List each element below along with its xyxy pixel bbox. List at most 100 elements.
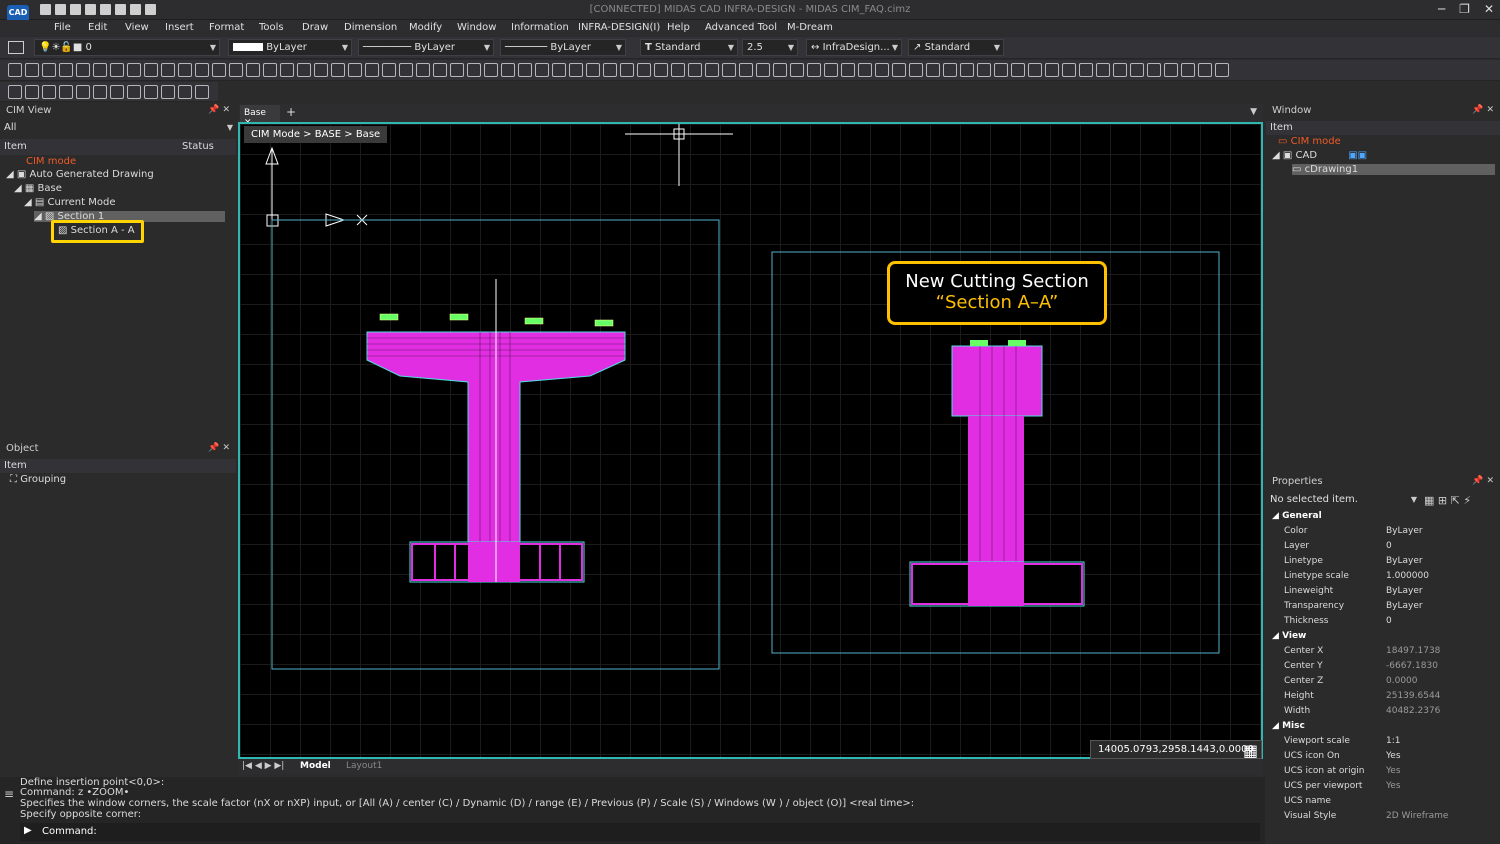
draw-tool-icon[interactable] (399, 63, 413, 77)
draw-tool-icon[interactable] (994, 63, 1008, 77)
prop-row[interactable]: UCS icon at origin Yes (1266, 766, 1500, 781)
text-height-combo[interactable]: 2.5 ▼ (742, 39, 798, 56)
draw-tool-icon[interactable] (280, 63, 294, 77)
draw-tool-icon[interactable] (195, 63, 209, 77)
multileader-style-combo[interactable]: ↗ Standard ▼ (908, 39, 1004, 56)
object-grouping[interactable]: ⛶ Grouping (10, 474, 66, 485)
draw-tool-icon[interactable] (722, 63, 736, 77)
draw-tool-icon[interactable] (1198, 63, 1212, 77)
prop-row[interactable]: Height 25139.6544 (1266, 691, 1500, 706)
tab-layout1[interactable]: Layout1 (346, 761, 382, 771)
draw-tool-icon[interactable] (1215, 63, 1229, 77)
menu-tools[interactable]: Tools (259, 22, 284, 33)
draw-tool-icon[interactable] (314, 63, 328, 77)
tree-base[interactable]: ◢ ▦ Base (14, 183, 62, 194)
snap-tool-icon[interactable] (110, 85, 124, 99)
menu-information[interactable]: Information (511, 22, 569, 33)
draw-tool-icon[interactable] (569, 63, 583, 77)
draw-tool-icon[interactable] (977, 63, 991, 77)
draw-tool-icon[interactable] (671, 63, 685, 77)
properties-tool-icons[interactable]: ▦ ⊞ ⇱ ⚡ (1424, 494, 1471, 507)
prop-row[interactable]: Viewport scale 1:1 (1266, 736, 1500, 751)
draw-tool-icon[interactable] (382, 63, 396, 77)
draw-tool-icon[interactable] (892, 63, 906, 77)
menu-draw[interactable]: Draw (302, 22, 328, 33)
prop-row[interactable]: Width 40482.2376 (1266, 706, 1500, 721)
grid-view-icon[interactable]: ▦ (1243, 741, 1258, 760)
draw-tool-icon[interactable] (8, 63, 22, 77)
draw-tool-icon[interactable] (365, 63, 379, 77)
draw-tool-icon[interactable] (1062, 63, 1076, 77)
tab-list-icon[interactable]: ▼ (1250, 107, 1257, 117)
tab-model[interactable]: Model (300, 761, 331, 771)
pin-close-icon[interactable]: 📌 ✕ (1472, 476, 1494, 486)
prop-category-misc[interactable]: ◢ Misc (1266, 721, 1500, 736)
snap-tool-icon[interactable] (8, 85, 22, 99)
draw-tool-icon[interactable] (1164, 63, 1178, 77)
minimize-icon[interactable]: ─ (1438, 2, 1445, 16)
draw-tool-icon[interactable] (1011, 63, 1025, 77)
draw-tool-icon[interactable] (331, 63, 345, 77)
draw-tool-icon[interactable] (42, 63, 56, 77)
draw-tool-icon[interactable] (739, 63, 753, 77)
prop-row[interactable]: UCS icon On Yes (1266, 751, 1500, 766)
draw-tool-icon[interactable] (484, 63, 498, 77)
draw-tool-icon[interactable] (858, 63, 872, 77)
dim-style-combo[interactable]: ↔ InfraDesign... ▼ (806, 39, 902, 56)
draw-tool-icon[interactable] (841, 63, 855, 77)
draw-tool-icon[interactable] (637, 63, 651, 77)
close-icon[interactable]: ✕ (1484, 2, 1494, 16)
draw-tool-icon[interactable] (1181, 63, 1195, 77)
draw-tool-icon[interactable] (1147, 63, 1161, 77)
layer-combo[interactable]: 💡☀🔓■ 0 ▼ (34, 39, 220, 56)
prop-row[interactable]: Center X 18497.1738 (1266, 646, 1500, 661)
draw-tool-icon[interactable] (348, 63, 362, 77)
draw-tool-icon[interactable] (620, 63, 634, 77)
snap-tool-icon[interactable] (144, 85, 158, 99)
draw-tool-icon[interactable] (246, 63, 260, 77)
draw-tool-icon[interactable] (161, 63, 175, 77)
snap-tool-icon[interactable] (161, 85, 175, 99)
snap-tool-icon[interactable] (42, 85, 56, 99)
tree-auto-generated[interactable]: ◢ ▣ Auto Generated Drawing (6, 169, 154, 180)
menu-view[interactable]: View (125, 22, 149, 33)
menu-dimension[interactable]: Dimension (344, 22, 397, 33)
draw-tool-icon[interactable] (960, 63, 974, 77)
draw-tool-icon[interactable] (450, 63, 464, 77)
draw-tool-icon[interactable] (1130, 63, 1144, 77)
prop-row[interactable]: UCS per viewport Yes (1266, 781, 1500, 796)
tab-base[interactable]: Base ✕ (240, 105, 280, 128)
draw-tool-icon[interactable] (433, 63, 447, 77)
draw-tool-icon[interactable] (807, 63, 821, 77)
layers-icon[interactable] (8, 41, 24, 54)
snap-tools[interactable] (8, 85, 209, 99)
win-tree-cad[interactable]: ◢ ▣ CAD ▣▣ (1272, 150, 1367, 161)
draw-tool-icon[interactable] (76, 63, 90, 77)
win-tree-cim-mode[interactable]: ▭ CIM mode (1278, 136, 1341, 147)
cim-view-filter[interactable]: All ▼ (0, 120, 236, 137)
pin-close-icon[interactable]: 📌 ✕ (1472, 105, 1494, 115)
menu-file[interactable]: File (54, 22, 71, 33)
color-combo[interactable]: ByLayer ▼ (228, 39, 352, 56)
snap-tool-icon[interactable] (93, 85, 107, 99)
draw-tool-icon[interactable] (705, 63, 719, 77)
draw-tool-icon[interactable] (59, 63, 73, 77)
draw-tool-icon[interactable] (909, 63, 923, 77)
draw-tool-icon[interactable] (773, 63, 787, 77)
win-tree-cdrawing1[interactable]: ▭ cDrawing1 (1292, 164, 1495, 175)
snap-tool-icon[interactable] (178, 85, 192, 99)
prop-category-view[interactable]: ◢ View (1266, 631, 1500, 646)
prop-row[interactable]: Center Z 0.0000 (1266, 676, 1500, 691)
draw-tool-icon[interactable] (416, 63, 430, 77)
prop-row[interactable]: Thickness 0 (1266, 616, 1500, 631)
draw-tool-icon[interactable] (586, 63, 600, 77)
prop-row[interactable]: Lineweight ByLayer (1266, 586, 1500, 601)
properties-selection[interactable]: No selected item. ▼ (1266, 492, 1420, 509)
snap-tool-icon[interactable] (76, 85, 90, 99)
menu-infra-design[interactable]: INFRA-DESIGN(I) (578, 22, 660, 33)
draw-tool-icon[interactable] (110, 63, 124, 77)
draw-tool-icon[interactable] (212, 63, 226, 77)
prop-row[interactable]: Transparency ByLayer (1266, 601, 1500, 616)
snap-tool-icon[interactable] (25, 85, 39, 99)
draw-tool-icon[interactable] (688, 63, 702, 77)
